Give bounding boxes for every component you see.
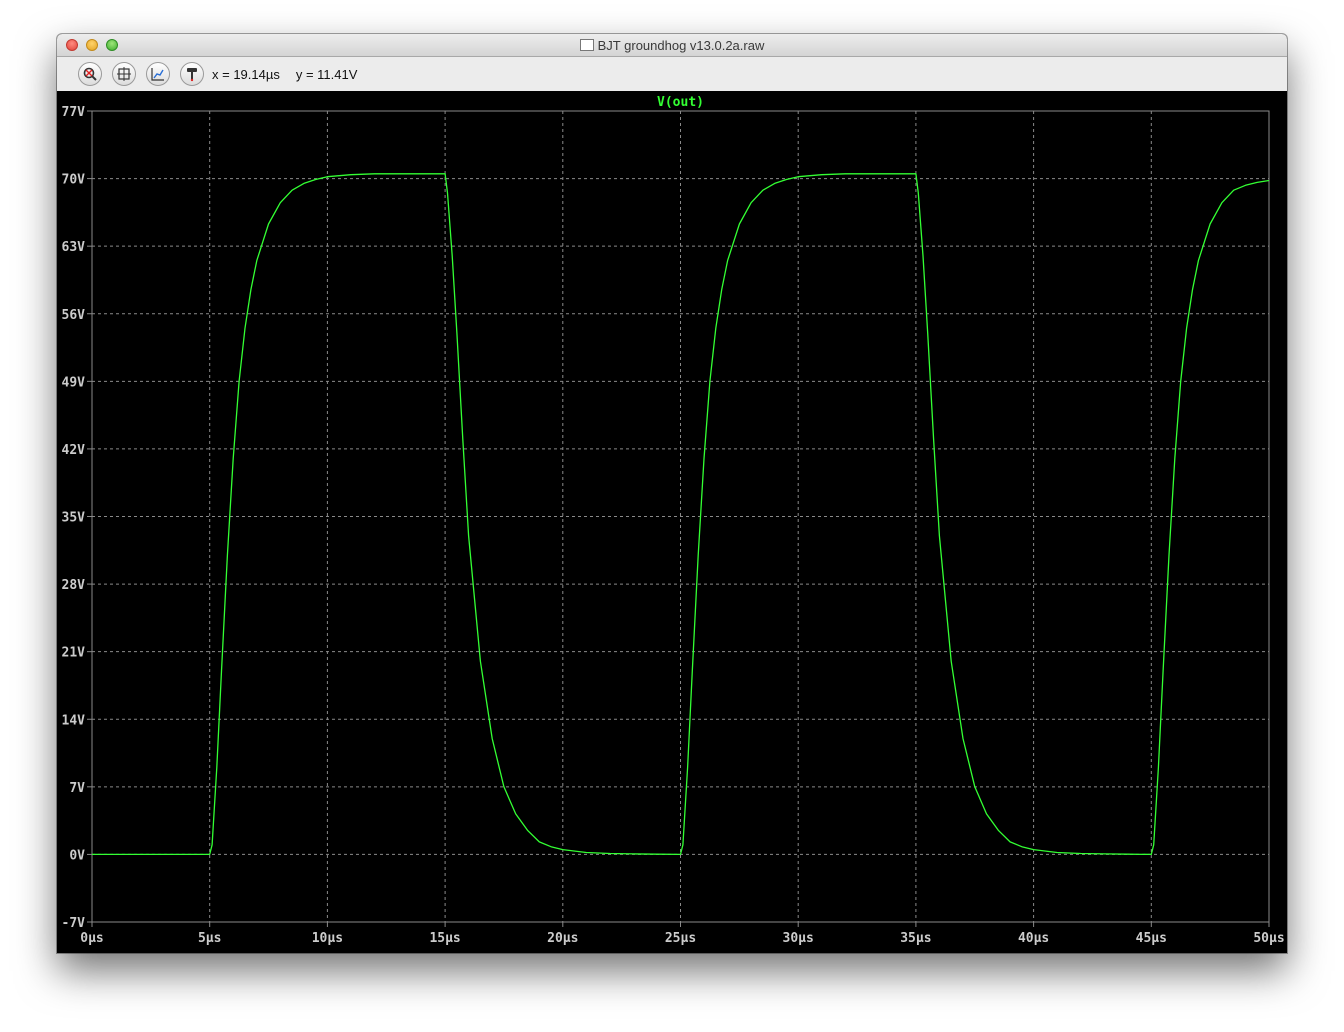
zoom-tool-icon [83, 67, 97, 81]
x-tick-label: 50µs [1253, 931, 1284, 946]
window-title: BJT groundhog v13.0.2a.raw [57, 38, 1287, 53]
y-tick-label: 49V [62, 375, 86, 390]
zoom-tool-button[interactable] [78, 62, 102, 86]
probe-tool-button[interactable] [180, 62, 204, 86]
y-tick-label: 14V [62, 713, 86, 728]
x-tick-label: 5µs [198, 931, 221, 946]
zoom-extents-button[interactable] [112, 62, 136, 86]
waveform-file-icon [579, 39, 594, 51]
x-tick-label: 45µs [1136, 931, 1167, 946]
waveform-window: BJT groundhog v13.0.2a.raw x = 19.14µs y… [57, 34, 1287, 953]
probe-tool-icon [187, 68, 197, 82]
x-tick-label: 40µs [1018, 931, 1049, 946]
y-tick-label: 0V [69, 848, 85, 863]
chart-title: V(out) [657, 95, 704, 110]
y-tick-label: 28V [62, 578, 86, 593]
toolbar: x = 19.14µs y = 11.41V [57, 57, 1287, 92]
x-tick-label: 20µs [547, 931, 578, 946]
cursor-x-readout: x = 19.14µs [212, 67, 280, 82]
y-tick-label: 42V [62, 443, 86, 458]
y-tick-label: 70V [62, 173, 86, 188]
autorange-button[interactable] [146, 62, 170, 86]
waveform-plot[interactable]: 0µs 5µs 10µs 15µs 20µs 25µs 30µs 35µs 40µs 45µs 50… [57, 91, 1287, 953]
y-tick-label: 63V [62, 240, 86, 255]
y-tick-label: 35V [62, 511, 86, 526]
zoom-extents-icon [117, 67, 131, 81]
x-tick-label: 10µs [312, 931, 343, 946]
y-tick-label: -7V [62, 916, 86, 931]
y-tick-label: 7V [69, 781, 85, 796]
plot-background [57, 91, 1287, 953]
y-tick-label: 56V [62, 308, 86, 323]
window-title-text: BJT groundhog v13.0.2a.raw [597, 38, 765, 53]
x-tick-label: 25µs [665, 931, 696, 946]
x-tick-label: 0µs [80, 931, 103, 946]
y-tick-label: 21V [62, 646, 86, 661]
x-tick-label: 30µs [783, 931, 814, 946]
title-bar[interactable]: BJT groundhog v13.0.2a.raw [57, 34, 1287, 57]
cursor-readout: x = 19.14µs y = 11.41V [212, 67, 373, 82]
x-tick-label: 15µs [429, 931, 460, 946]
y-tick-label: 77V [62, 105, 86, 120]
autorange-icon [151, 68, 164, 81]
x-tick-label: 35µs [900, 931, 931, 946]
cursor-y-readout: y = 11.41V [295, 67, 358, 82]
